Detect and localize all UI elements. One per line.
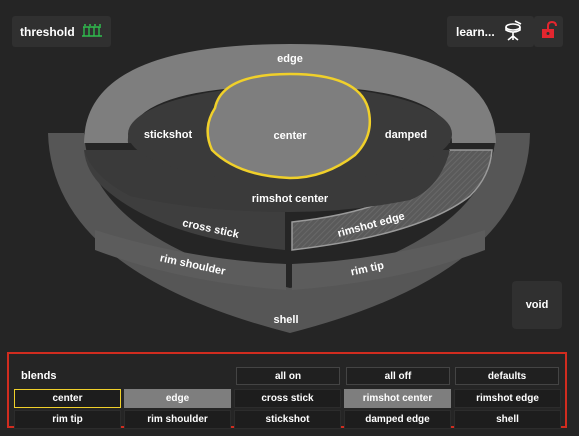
all-on-button[interactable]: all on	[236, 367, 340, 385]
zone-shell-label: shell	[273, 314, 298, 326]
blend-button-rimshot-center[interactable]: rimshot center	[344, 389, 451, 408]
all-off-button[interactable]: all off	[346, 367, 450, 385]
blend-button-shell[interactable]: shell	[454, 410, 561, 429]
zone-stickshot-label: stickshot	[144, 129, 193, 141]
zone-center[interactable]	[206, 72, 372, 180]
blend-button-damped-edge[interactable]: damped edge	[344, 410, 451, 429]
blend-button-cross-stick[interactable]: cross stick	[234, 389, 341, 408]
zone-center-label: center	[273, 130, 307, 142]
blend-button-rim-tip[interactable]: rim tip	[14, 410, 121, 429]
blend-button-rim-shoulder[interactable]: rim shoulder	[124, 410, 231, 429]
blends-panel: blends all on all off defaults center edg…	[7, 352, 567, 429]
zone-damped-label: damped	[385, 129, 427, 141]
zone-rimshot-center-label: rimshot center	[252, 193, 329, 205]
drum-pad-diagram: edge stickshot center damped rimshot cen…	[48, 44, 530, 333]
blends-title: blends	[21, 370, 57, 382]
defaults-button[interactable]: defaults	[455, 367, 559, 385]
void-button[interactable]: void	[512, 281, 562, 329]
blend-button-center[interactable]: center	[14, 389, 121, 408]
blend-button-rimshot-edge[interactable]: rimshot edge	[454, 389, 561, 408]
blend-button-stickshot[interactable]: stickshot	[234, 410, 341, 429]
blend-button-edge[interactable]: edge	[124, 389, 231, 408]
zone-edge-label: edge	[277, 53, 303, 65]
void-label: void	[525, 299, 549, 311]
